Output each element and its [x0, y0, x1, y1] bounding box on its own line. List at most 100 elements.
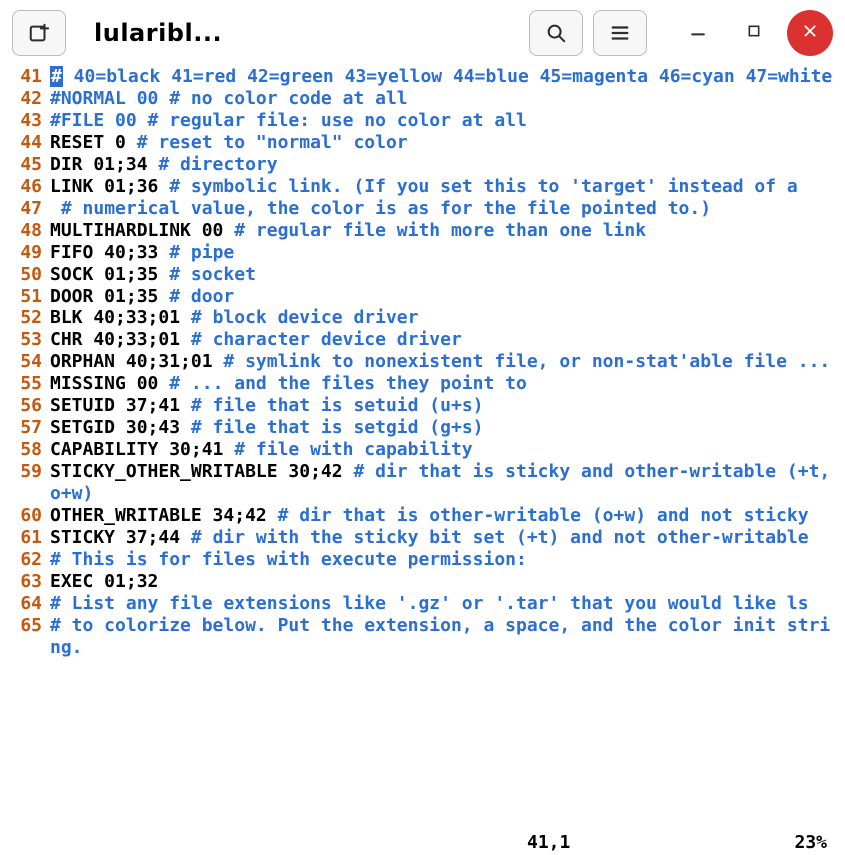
line-content[interactable]: #FILE 00 # regular file: use no color at…: [50, 110, 845, 132]
editor-line[interactable]: 48MULTIHARDLINK 00 # regular file with m…: [0, 220, 845, 242]
line-content[interactable]: # This is for files with execute permiss…: [50, 549, 845, 571]
comment-text: #FILE 00 # regular file: use no color at…: [50, 110, 527, 131]
editor-line[interactable]: 62# This is for files with execute permi…: [0, 549, 845, 571]
editor-line[interactable]: 56SETUID 37;41 # file that is setuid (u+…: [0, 395, 845, 417]
editor-line[interactable]: 49FIFO 40;33 # pipe: [0, 242, 845, 264]
editor-line[interactable]: 64# List any file extensions like '.gz' …: [0, 593, 845, 615]
code-text: LINK 01;36: [50, 176, 169, 197]
line-number: 42: [0, 88, 50, 110]
comment-text: # reset to "normal" color: [137, 132, 408, 153]
editor-line[interactable]: 54ORPHAN 40;31;01 # symlink to nonexiste…: [0, 351, 845, 373]
code-text: MISSING 00: [50, 373, 169, 394]
editor-line[interactable]: 55MISSING 00 # ... and the files they po…: [0, 373, 845, 395]
search-button[interactable]: [529, 10, 583, 56]
window-title: lularibl...: [76, 19, 519, 47]
line-number: 51: [0, 286, 50, 308]
line-number: 48: [0, 220, 50, 242]
menu-button[interactable]: [593, 10, 647, 56]
editor-line[interactable]: 42#NORMAL 00 # no color code at all: [0, 88, 845, 110]
status-percent: 23%: [747, 832, 827, 853]
editor-line[interactable]: 58CAPABILITY 30;41 # file with capabilit…: [0, 439, 845, 461]
code-text: [50, 198, 61, 219]
line-content[interactable]: DIR 01;34 # directory: [50, 154, 845, 176]
statusbar: 41,1 23%: [0, 829, 845, 855]
line-content[interactable]: #NORMAL 00 # no color code at all: [50, 88, 845, 110]
comment-text: # directory: [158, 154, 277, 175]
editor-line[interactable]: 41# 40=black 41=red 42=green 43=yellow 4…: [0, 66, 845, 88]
line-content[interactable]: MULTIHARDLINK 00 # regular file with mor…: [50, 220, 845, 242]
code-text: CHR 40;33;01: [50, 329, 191, 350]
close-button[interactable]: [787, 10, 833, 56]
line-content[interactable]: # to colorize below. Put the extension, …: [50, 615, 845, 659]
line-number: 43: [0, 110, 50, 132]
code-text: EXEC 01;32: [50, 571, 158, 592]
line-content[interactable]: SOCK 01;35 # socket: [50, 264, 845, 286]
comment-text: # to colorize below. Put the extension, …: [50, 615, 830, 658]
titlebar: lularibl...: [0, 0, 845, 66]
editor-line[interactable]: 53CHR 40;33;01 # character device driver: [0, 329, 845, 351]
line-number: 41: [0, 66, 50, 88]
close-icon: [802, 23, 818, 44]
comment-text: #NORMAL 00 # no color code at all: [50, 88, 408, 109]
line-content[interactable]: MISSING 00 # ... and the files they poin…: [50, 373, 845, 395]
line-content[interactable]: CHR 40;33;01 # character device driver: [50, 329, 845, 351]
line-content[interactable]: ORPHAN 40;31;01 # symlink to nonexistent…: [50, 351, 845, 373]
editor-line[interactable]: 61STICKY 37;44 # dir with the sticky bit…: [0, 527, 845, 549]
editor-viewport[interactable]: 41# 40=black 41=red 42=green 43=yellow 4…: [0, 66, 845, 829]
line-content[interactable]: FIFO 40;33 # pipe: [50, 242, 845, 264]
code-text: SETGID 30;43: [50, 417, 191, 438]
line-content[interactable]: DOOR 01;35 # door: [50, 286, 845, 308]
line-content[interactable]: LINK 01;36 # symbolic link. (If you set …: [50, 176, 845, 198]
editor-line[interactable]: 47 # numerical value, the color is as fo…: [0, 198, 845, 220]
editor-line[interactable]: 52BLK 40;33;01 # block device driver: [0, 307, 845, 329]
line-content[interactable]: STICKY 37;44 # dir with the sticky bit s…: [50, 527, 845, 549]
line-content[interactable]: STICKY_OTHER_WRITABLE 30;42 # dir that i…: [50, 461, 845, 505]
line-content[interactable]: EXEC 01;32: [50, 571, 845, 593]
new-tab-icon: [28, 22, 50, 44]
line-number: 62: [0, 549, 50, 571]
line-number: 58: [0, 439, 50, 461]
line-content[interactable]: OTHER_WRITABLE 34;42 # dir that is other…: [50, 505, 845, 527]
line-content[interactable]: # 40=black 41=red 42=green 43=yellow 44=…: [50, 66, 845, 88]
comment-text: # symlink to nonexistent file, or non-st…: [223, 351, 830, 372]
line-content[interactable]: CAPABILITY 30;41 # file with capability: [50, 439, 845, 461]
editor-line[interactable]: 43#FILE 00 # regular file: use no color …: [0, 110, 845, 132]
line-number: 64: [0, 593, 50, 615]
comment-text: # regular file with more than one link: [234, 220, 646, 241]
maximize-button[interactable]: [731, 10, 777, 56]
editor-line[interactable]: 46LINK 01;36 # symbolic link. (If you se…: [0, 176, 845, 198]
line-content[interactable]: SETGID 30;43 # file that is setgid (g+s): [50, 417, 845, 439]
editor-line[interactable]: 57SETGID 30;43 # file that is setgid (g+…: [0, 417, 845, 439]
line-number: 47: [0, 198, 50, 220]
editor-line[interactable]: 44RESET 0 # reset to "normal" color: [0, 132, 845, 154]
editor-line[interactable]: 60OTHER_WRITABLE 34;42 # dir that is oth…: [0, 505, 845, 527]
code-text: SETUID 37;41: [50, 395, 191, 416]
comment-text: # symbolic link. (If you set this to 'ta…: [169, 176, 798, 197]
editor-line[interactable]: 51DOOR 01;35 # door: [0, 286, 845, 308]
line-number: 46: [0, 176, 50, 198]
code-text: ORPHAN 40;31;01: [50, 351, 223, 372]
line-content[interactable]: # List any file extensions like '.gz' or…: [50, 593, 845, 615]
code-text: FIFO 40;33: [50, 242, 169, 263]
maximize-icon: [746, 23, 762, 44]
line-content[interactable]: RESET 0 # reset to "normal" color: [50, 132, 845, 154]
minimize-button[interactable]: [675, 10, 721, 56]
line-number: 65: [0, 615, 50, 637]
line-content[interactable]: # numerical value, the color is as for t…: [50, 198, 845, 220]
new-tab-button[interactable]: [12, 10, 66, 56]
comment-text: # door: [169, 286, 234, 307]
comment-text: # character device driver: [191, 329, 462, 350]
line-content[interactable]: BLK 40;33;01 # block device driver: [50, 307, 845, 329]
search-icon: [545, 22, 567, 44]
editor-line[interactable]: 50SOCK 01;35 # socket: [0, 264, 845, 286]
line-number: 49: [0, 242, 50, 264]
line-number: 56: [0, 395, 50, 417]
editor-line[interactable]: 65# to colorize below. Put the extension…: [0, 615, 845, 659]
line-number: 53: [0, 329, 50, 351]
comment-text: 40=black 41=red 42=green 43=yellow 44=bl…: [63, 66, 832, 87]
editor-line[interactable]: 59STICKY_OTHER_WRITABLE 30;42 # dir that…: [0, 461, 845, 505]
code-text: OTHER_WRITABLE 34;42: [50, 505, 278, 526]
editor-line[interactable]: 63EXEC 01;32: [0, 571, 845, 593]
line-content[interactable]: SETUID 37;41 # file that is setuid (u+s): [50, 395, 845, 417]
editor-line[interactable]: 45DIR 01;34 # directory: [0, 154, 845, 176]
